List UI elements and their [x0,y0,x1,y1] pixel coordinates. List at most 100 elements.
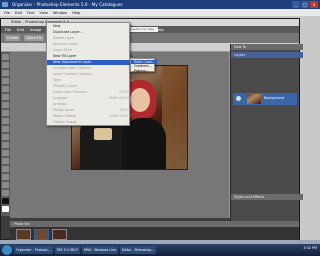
organizer-title-bar: Organizer - Photoshop Elements 5.0 - My … [0,0,320,9]
menu-item-label: New Fill Layer [53,54,77,58]
styles-panel-header[interactable]: Styles and Effects [231,194,303,200]
organizer-menu-edit[interactable]: Edit [15,11,22,15]
bin-thumbnail[interactable] [34,229,49,240]
hand-tool-icon[interactable] [2,70,9,76]
menu-item-label: Merge Visible [53,114,76,118]
photo-bin [10,227,299,240]
organizer-menu-file[interactable]: File [4,11,10,15]
menu-item-label: Rename Layer... [53,42,81,46]
menu-item-label: Merge Down [53,108,75,112]
menu-item-label: Group with Previous [53,90,88,94]
layer-menu-item: Change Layer Content [47,66,135,71]
layer-menu-item: Ungroup Shift+Ctrl+G [47,96,135,101]
organizer-menubar: File Edit Find View Window Help [0,9,320,16]
layer-menu-item: Group with Previous Ctrl+G [47,90,135,95]
clone-stamp-tool-icon[interactable] [2,142,9,148]
taskbar-item-help[interactable]: PSE 5.0 HELP [54,246,80,254]
menu-edit[interactable]: Edit [17,28,24,32]
shape-tool-icon[interactable] [2,182,9,188]
how-to-panel-header[interactable]: How To [231,44,303,50]
minimize-button[interactable]: _ [292,1,300,8]
menu-item-label: Delete Layer [53,36,75,40]
menu-item-label: New Adjustment Layer [53,60,92,64]
organizer-menu-help[interactable]: Help [72,11,80,15]
quick-fix-button[interactable]: Quick Fix [24,35,44,41]
eye-icon[interactable] [236,96,241,101]
menu-item-shortcut: Shift+Ctrl+E [109,114,131,118]
layer-menu-item: Merge Down Ctrl+E [47,108,135,113]
eraser-tool-icon[interactable] [2,150,9,156]
red-eye-tool-icon[interactable] [2,126,9,132]
start-button[interactable] [2,245,12,255]
type-tool-icon[interactable] [2,110,9,116]
submenu-arrow-icon: ▸ [131,78,133,82]
background-color-swatch[interactable] [2,206,9,212]
layer-menu: New ▸ Duplicate Layer... Delete Layer Rename… [46,22,135,126]
organizer-menu-window[interactable]: Window [53,11,67,15]
layer-menu-item: Simplify Layer [47,84,135,89]
lasso-tool-icon[interactable] [2,94,9,100]
taskbar-item-organizer[interactable]: Organizer - Photosh... [14,246,53,254]
taskbar-item-msn[interactable]: MSN - Windows Live [81,246,118,254]
foreground-color-swatch[interactable] [2,198,9,204]
organizer-menu-view[interactable]: View [39,11,48,15]
menu-image[interactable]: Image [30,28,41,32]
zoom-tool-icon[interactable] [2,62,9,68]
new-fill-layer-submenu: Solid Color... Gradient... Pattern... [130,58,157,74]
gradient-tool-icon[interactable] [2,174,9,180]
layer-menu-item: Flatten Image [47,120,135,125]
submenu-arrow-icon: ▸ [131,24,133,28]
menu-item-shortcut: Ctrl+G [119,90,131,94]
menu-item-label: New [53,24,61,28]
layer-menu-item[interactable]: Duplicate Layer... [47,30,135,35]
layer-menu-item[interactable]: New Fill Layer ▸ [47,54,135,59]
create-button[interactable]: Create [5,35,21,41]
bin-thumbnail[interactable] [52,229,67,240]
menu-item-label: Change Layer Content [53,66,92,70]
menu-item-shortcut: Shift+Ctrl+G [108,96,131,100]
submenu-item[interactable]: Pattern... [131,69,157,74]
organizer-menu-find[interactable]: Find [27,11,34,15]
menu-file[interactable]: File [5,28,11,32]
submenu-arrow-icon: ▸ [131,102,133,106]
taskbar-item-editor[interactable]: Editor - Photoshop... [119,246,157,254]
toolbox [1,52,10,216]
move-tool-icon[interactable] [2,54,9,60]
eyedropper-tool-icon[interactable] [2,78,9,84]
layer-row[interactable]: Background [233,93,297,105]
blur-tool-icon[interactable] [2,190,9,196]
layers-panel-header[interactable]: Layers [231,52,303,58]
organizer-title: Organizer - Photoshop Elements 5.0 - My … [12,2,123,7]
bin-thumbnail[interactable] [16,229,31,240]
layer-menu-item: Type ▸ [47,78,135,83]
layer-menu-item: Layer Content Options... [47,72,135,77]
menu-item-label: Type [53,78,61,82]
menu-item-label: Flatten Image [53,120,77,124]
paint-bucket-tool-icon[interactable] [2,166,9,172]
maximize-button[interactable]: □ [301,1,309,8]
menu-item-label: Duplicate Layer... [53,30,83,34]
layer-menu-item: Arrange ▸ [47,102,135,107]
window-controls: _ □ x [292,1,318,8]
menu-item-shortcut: Ctrl+E [119,108,131,112]
close-button[interactable]: x [310,1,318,8]
layer-menu-item: Delete Layer [47,36,135,41]
palette-bin: How To Layers Background Styles and Effe… [230,44,303,240]
healing-brush-tool-icon[interactable] [2,134,9,140]
menu-item-label: Ungroup [53,96,68,100]
layer-menu-item: Rename Layer... [47,42,135,47]
brush-tool-icon[interactable] [2,158,9,164]
layer-menu-item[interactable]: New ▸ [47,24,135,29]
layer-thumbnail [247,94,261,104]
editor-window: Editor - Photoshop Elements 5.0 File Edi… [0,18,303,240]
menu-item-label: Layer Style [53,48,73,52]
marquee-tool-icon[interactable] [2,86,9,92]
layer-name: Background [264,96,285,100]
app-icon [2,2,8,7]
taskbar: Organizer - Photosh... PSE 5.0 HELP MSN … [0,244,320,256]
magic-wand-tool-icon[interactable] [2,102,9,108]
menu-item-label: Layer Content Options... [53,72,95,76]
layer-menu-item[interactable]: New Adjustment Layer▸ [47,60,135,65]
clock: 3:52 PM [303,246,317,250]
crop-tool-icon[interactable] [2,118,9,124]
